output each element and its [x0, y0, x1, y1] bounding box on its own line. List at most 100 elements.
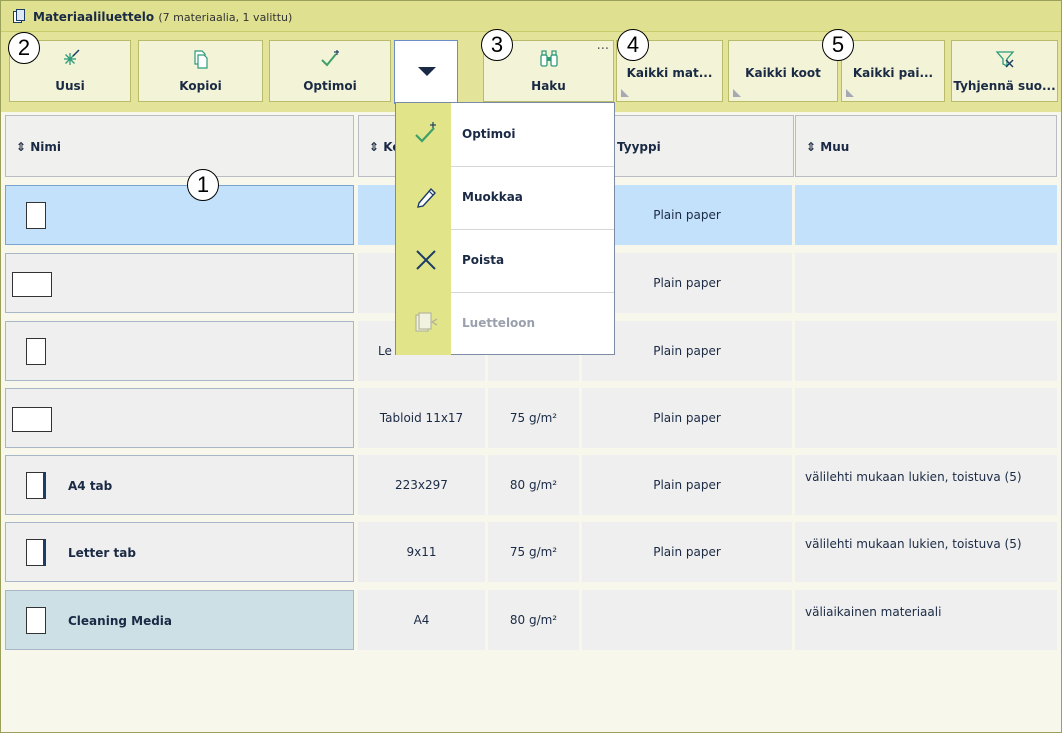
sort-icon: ⇕	[369, 140, 380, 154]
menu-item-label: Poista	[462, 253, 505, 267]
new-button-label: Uusi	[55, 79, 85, 93]
filter-all-sizes-button[interactable]: Kaikki koot	[728, 40, 838, 102]
column-header-label: Tyyppi	[617, 140, 661, 154]
menu-item-optimize[interactable]: Optimoi	[396, 103, 614, 167]
material-weight: 80 g/m²	[509, 478, 558, 492]
material-size: Tabloid 11x17	[379, 411, 464, 425]
material-other: välilehti mukaan lukien, toistuva (5)	[805, 470, 1022, 484]
clear-filters-button[interactable]: Tyhjennä suo...	[951, 40, 1058, 102]
pencil-icon	[417, 187, 436, 208]
material-size: Le	[378, 344, 392, 358]
material-list-icon	[13, 9, 25, 23]
optimize-check-icon	[321, 50, 339, 67]
name-cell	[5, 185, 354, 245]
type-cell: Plain paper	[582, 388, 792, 448]
name-cell: A4 tab	[5, 455, 354, 515]
callout-marker-1: 1	[187, 169, 219, 201]
table-row[interactable]: Tabloid 11x17 75 g/m² Plain paper	[5, 388, 1057, 450]
toolbar: Uusi Kopioi Optimoi ... Haku Kaikki mat.…	[1, 32, 1061, 112]
column-header-name[interactable]: ⇕ Nimi	[5, 115, 354, 177]
material-size: 9x11	[406, 545, 437, 559]
table-row[interactable]: Letter tab 9x11 75 g/m² Plain paper väli…	[5, 522, 1057, 584]
material-name: Cleaning Media	[68, 614, 173, 628]
other-cell: väliaikainen materiaali	[795, 590, 1057, 650]
size-cell: 9x11	[358, 522, 485, 582]
tab-paper-icon	[26, 539, 46, 566]
cross-icon	[416, 250, 436, 270]
size-cell: Tabloid 11x17	[358, 388, 485, 448]
new-sparkle-icon	[64, 49, 80, 65]
tab-paper-icon	[26, 472, 46, 499]
copy-icon	[193, 50, 208, 69]
landscape-paper-icon	[12, 407, 52, 432]
window-title-text: Materiaaliluettelo	[33, 10, 155, 24]
name-cell	[5, 388, 354, 448]
clear-filter-icon	[995, 51, 1014, 68]
dropdown-arrow-icon	[418, 67, 436, 76]
size-cell: A4	[358, 590, 485, 650]
other-cell: välilehti mukaan lukien, toistuva (5)	[795, 522, 1057, 582]
more-actions-dropdown-button[interactable]	[394, 40, 458, 104]
actions-dropdown-menu: Optimoi Muokkaa Poista Luetteloon	[395, 102, 615, 355]
portrait-paper-icon	[26, 202, 46, 229]
filter-all-materials-label: Kaikki mat...	[626, 66, 713, 80]
title-bar: Materiaaliluettelo (7 materiaalia, 1 val…	[1, 1, 1061, 32]
material-name: Letter tab	[68, 546, 136, 560]
material-weight: 80 g/m²	[509, 613, 558, 627]
material-weight: 75 g/m²	[509, 545, 558, 559]
other-cell: välilehti mukaan lukien, toistuva (5)	[795, 455, 1057, 515]
column-header-label: Muu	[820, 140, 850, 154]
weight-cell: 75 g/m²	[488, 388, 579, 448]
weight-cell: 75 g/m²	[488, 522, 579, 582]
corner-triangle-icon	[621, 89, 629, 97]
copy-button-label: Kopioi	[179, 79, 222, 93]
type-cell: Plain paper	[582, 455, 792, 515]
copy-button[interactable]: Kopioi	[138, 40, 263, 102]
name-cell	[5, 253, 354, 313]
more-options-dots[interactable]: ...	[597, 38, 609, 53]
portrait-paper-icon	[26, 607, 46, 634]
sort-icon: ⇕	[16, 140, 27, 154]
material-other: välilehti mukaan lukien, toistuva (5)	[805, 537, 1022, 551]
portrait-paper-icon	[26, 338, 46, 365]
material-size: 223x297	[395, 478, 448, 492]
menu-item-label: Muokkaa	[462, 190, 523, 204]
callout-marker-3: 3	[481, 29, 513, 61]
table-row[interactable]: Cleaning Media A4 80 g/m² väliaikainen m…	[5, 590, 1057, 652]
column-header-other[interactable]: ⇕ Muu	[795, 115, 1057, 177]
other-cell	[795, 253, 1057, 313]
name-cell	[5, 321, 354, 381]
menu-item-edit[interactable]: Muokkaa	[396, 166, 614, 230]
material-weight: 75 g/m²	[509, 411, 558, 425]
optimize-button[interactable]: Optimoi	[269, 40, 391, 102]
filter-all-weights-label: Kaikki pai...	[852, 66, 934, 80]
menu-item-add-to-list[interactable]: Luetteloon	[396, 292, 614, 355]
filter-all-weights-button[interactable]: Kaikki pai...	[841, 40, 945, 102]
filter-all-sizes-label: Kaikki koot	[745, 66, 821, 80]
size-cell: 223x297	[358, 455, 485, 515]
callout-marker-4: 4	[617, 29, 649, 61]
table-row[interactable]: A4 tab 223x297 80 g/m² Plain paper välil…	[5, 455, 1057, 517]
search-button-label: Haku	[531, 79, 566, 93]
menu-item-delete[interactable]: Poista	[396, 229, 614, 293]
weight-cell: 80 g/m²	[488, 455, 579, 515]
other-cell	[795, 388, 1057, 448]
other-cell	[795, 321, 1057, 381]
check-wand-icon	[415, 122, 436, 143]
corner-triangle-icon	[846, 89, 854, 97]
add-to-list-icon	[415, 312, 438, 332]
weight-cell: 80 g/m²	[488, 590, 579, 650]
window-title: Materiaaliluettelo (7 materiaalia, 1 val…	[33, 10, 292, 24]
binoculars-icon	[539, 50, 558, 67]
material-type: Plain paper	[653, 545, 721, 559]
material-name: A4 tab	[68, 479, 113, 493]
type-cell: Plain paper	[582, 522, 792, 582]
name-cell: Cleaning Media	[5, 590, 354, 650]
column-header-label: Nimi	[30, 140, 62, 154]
material-other: väliaikainen materiaali	[805, 605, 942, 619]
menu-item-label: Optimoi	[462, 127, 516, 141]
menu-item-label: Luetteloon	[462, 316, 536, 330]
optimize-button-label: Optimoi	[303, 79, 357, 93]
material-list-window: Materiaaliluettelo (7 materiaalia, 1 val…	[0, 0, 1062, 733]
material-type: Plain paper	[653, 478, 721, 492]
